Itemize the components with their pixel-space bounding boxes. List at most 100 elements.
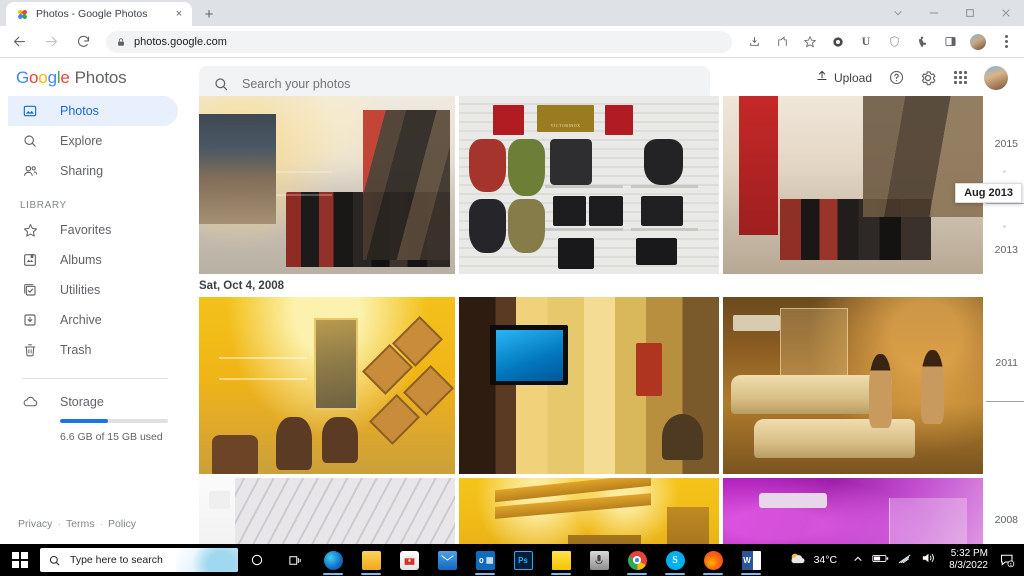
- upload-button[interactable]: Upload: [809, 65, 878, 90]
- photo-row: [190, 478, 986, 544]
- timeline-scrubber[interactable]: 2015 Aug 2013 2013 2011 2008: [955, 96, 1024, 544]
- albums-icon: [20, 252, 40, 268]
- help-circle-icon[interactable]: [882, 64, 910, 92]
- sidebar-item-albums[interactable]: Albums: [8, 245, 178, 275]
- start-button[interactable]: [0, 544, 40, 576]
- window-maximize-button[interactable]: [952, 0, 988, 26]
- address-bar[interactable]: photos.google.com: [106, 30, 732, 53]
- sidebar-item-trash[interactable]: Trash: [8, 335, 178, 365]
- timeline-year[interactable]: 2008: [995, 514, 1018, 526]
- bookmark-star-icon[interactable]: [798, 30, 822, 54]
- wifi-icon[interactable]: [898, 551, 912, 569]
- tab-search-chevron-icon[interactable]: [880, 0, 916, 26]
- window-minimize-button[interactable]: [916, 0, 952, 26]
- sidebar-item-label: Archive: [60, 313, 102, 327]
- window-close-button[interactable]: [988, 0, 1024, 26]
- trash-icon: [20, 342, 40, 358]
- photo-store-red-pillar[interactable]: [723, 96, 983, 274]
- tab-close-icon[interactable]: ×: [172, 7, 186, 21]
- photo-tv-curtains[interactable]: [459, 297, 719, 474]
- new-tab-button[interactable]: +: [198, 3, 220, 25]
- side-panel-icon[interactable]: [938, 30, 962, 54]
- weather-widget[interactable]: 34°C: [780, 551, 845, 569]
- browser-toolbar: photos.google.com U: [0, 26, 1024, 58]
- footer-links: Privacy · Terms · Policy: [18, 518, 136, 530]
- microsoft-store-icon[interactable]: [390, 544, 428, 576]
- action-center-icon[interactable]: 1: [994, 544, 1020, 576]
- extensions-puzzle-icon[interactable]: [910, 30, 934, 54]
- terms-link[interactable]: Terms: [66, 518, 95, 530]
- sticky-notes-icon[interactable]: [542, 544, 580, 576]
- taskbar-search-decoration-icon: [176, 548, 238, 572]
- timeline-year[interactable]: 2011: [995, 357, 1018, 369]
- account-avatar[interactable]: [984, 65, 1008, 90]
- mail-icon[interactable]: [428, 544, 466, 576]
- gear-icon[interactable]: [914, 64, 942, 92]
- browser-tab[interactable]: Photos - Google Photos ×: [6, 2, 192, 26]
- star-icon: [20, 222, 40, 239]
- microsoft-edge-icon[interactable]: [314, 544, 352, 576]
- policy-link[interactable]: Policy: [108, 518, 136, 530]
- tray-icons: [845, 551, 943, 569]
- three-dot-menu-icon[interactable]: [994, 30, 1018, 54]
- timeline-year[interactable]: 2015: [995, 138, 1018, 150]
- downloads-icon[interactable]: [742, 30, 766, 54]
- reload-button[interactable]: [70, 29, 96, 55]
- storage-section[interactable]: Storage 6.6 GB of 15 GB used: [0, 393, 190, 443]
- lock-icon: [116, 37, 126, 47]
- photo-wallpaper-room[interactable]: [199, 478, 455, 544]
- photoshop-icon[interactable]: Ps: [504, 544, 542, 576]
- search-icon: [48, 554, 61, 567]
- window-controls: [880, 0, 1024, 26]
- sidebar-item-archive[interactable]: Archive: [8, 305, 178, 335]
- sidebar-item-sharing[interactable]: Sharing: [8, 156, 178, 186]
- storage-usage-text: 6.6 GB of 15 GB used: [60, 431, 163, 443]
- microsoft-word-icon[interactable]: W: [732, 544, 770, 576]
- back-button[interactable]: [6, 29, 32, 55]
- privacy-link[interactable]: Privacy: [18, 518, 52, 530]
- google-photos-page: Google Photos Upload: [0, 59, 1024, 544]
- extension-shield-icon[interactable]: [882, 30, 906, 54]
- clock-date: 8/3/2022: [949, 560, 988, 571]
- photo-store-aisle[interactable]: [199, 96, 455, 274]
- apps-grid-icon[interactable]: [946, 64, 974, 92]
- skype-icon[interactable]: S: [656, 544, 694, 576]
- photo-yellow-salon[interactable]: [199, 297, 455, 474]
- browser-tab-strip: Photos - Google Photos × +: [0, 0, 1024, 26]
- taskbar-clock[interactable]: 5:32 PM 8/3/2022: [943, 548, 994, 572]
- search-input[interactable]: [242, 76, 696, 91]
- sidebar-item-utilities[interactable]: Utilities: [8, 275, 178, 305]
- search-icon: [20, 133, 40, 149]
- google-chrome-icon[interactable]: [618, 544, 656, 576]
- volume-icon[interactable]: [921, 551, 935, 569]
- extension-u-icon[interactable]: U: [854, 30, 878, 54]
- sidebar-item-favorites[interactable]: Favorites: [8, 215, 178, 245]
- battery-icon[interactable]: [872, 551, 889, 569]
- photos-header: Google Photos Upload: [0, 59, 1024, 101]
- archive-icon: [20, 312, 40, 328]
- sidebar-item-label: Utilities: [60, 283, 101, 297]
- profile-avatar[interactable]: [966, 30, 990, 54]
- extension-grammarly-icon[interactable]: [826, 30, 850, 54]
- timeline-year[interactable]: 2013: [995, 244, 1018, 256]
- task-view-icon[interactable]: [276, 544, 314, 576]
- photo-purple-room[interactable]: [723, 478, 983, 544]
- firefox-icon[interactable]: [694, 544, 732, 576]
- share-icon[interactable]: [770, 30, 794, 54]
- photo-spa-massage[interactable]: [723, 297, 983, 474]
- photo-yellow-ceiling[interactable]: [459, 478, 719, 544]
- show-hidden-icons-chevron[interactable]: [853, 551, 863, 569]
- cortana-icon[interactable]: [238, 544, 276, 576]
- sidebar-item-label: Trash: [60, 343, 92, 357]
- sound-recorder-icon[interactable]: [580, 544, 618, 576]
- sidebar-item-explore[interactable]: Explore: [8, 126, 178, 156]
- outlook-icon[interactable]: [466, 544, 504, 576]
- photo-icon: [20, 103, 40, 119]
- taskbar-search-box[interactable]: Type here to search: [40, 548, 238, 572]
- forward-button[interactable]: [38, 29, 64, 55]
- sidebar: Photos Explore Sharing LIBRARY Favorites…: [0, 96, 190, 544]
- photo-backpack-wall[interactable]: VICTORINOX: [459, 96, 719, 274]
- skype-glyph: S: [665, 550, 685, 570]
- file-explorer-icon[interactable]: [352, 544, 390, 576]
- sidebar-item-photos[interactable]: Photos: [8, 96, 178, 126]
